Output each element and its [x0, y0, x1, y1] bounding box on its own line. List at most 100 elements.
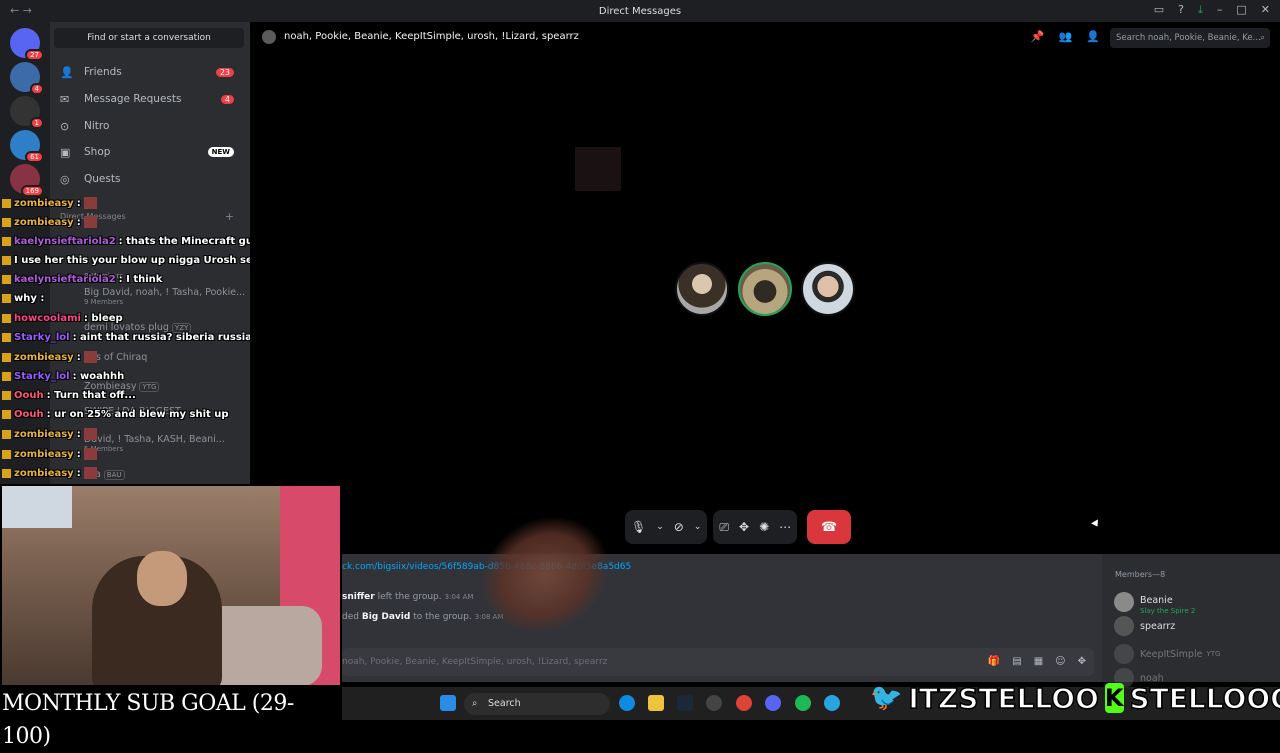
chat-badge-icon: [2, 218, 11, 227]
unread-badge: 61: [25, 151, 44, 163]
nav-shop[interactable]: ▣ Shop NEW: [54, 140, 244, 164]
unread-badge: 4: [30, 83, 44, 95]
chat-badge-icon: [2, 294, 11, 303]
dm-sub: 9 Members: [84, 298, 245, 306]
search-input[interactable]: Search noah, Pookie, Beanie, Ke... ⌕: [1110, 28, 1270, 48]
chat-badge-icon: [2, 275, 11, 284]
event-text: to the group.: [413, 612, 472, 622]
event-user[interactable]: sniffer: [342, 592, 375, 602]
steam-icon[interactable]: [677, 695, 693, 711]
member-item[interactable]: KeepItSimple YTG: [1114, 644, 1220, 664]
nav-quests[interactable]: ◎ Quests: [54, 167, 244, 191]
nav-label: Shop: [84, 146, 110, 158]
chat-badge-icon: [2, 450, 11, 459]
participant-avatar-speaking[interactable]: [738, 262, 792, 316]
find-conversation-button[interactable]: Find or start a conversation: [54, 28, 244, 48]
activity-group: ⎚ ✥ ✺ ⋯: [713, 510, 797, 544]
dm-item[interactable]: Big David, noah, ! Tasha, Pookie...9 Mem…: [84, 287, 245, 306]
add-member-icon[interactable]: 👥: [1059, 30, 1073, 43]
event-user[interactable]: Big David: [362, 612, 410, 622]
search-label: Search: [488, 698, 521, 709]
activities-icon[interactable]: ✥: [739, 520, 749, 534]
social-handles-overlay: 🐦 ITZSTELLOO K STELLOOO: [870, 676, 1280, 720]
text-chat-area: ck.com/bigsiix/videos/56f589ab-d85b-486c…: [342, 554, 1102, 682]
chat-username: zombieasy: [14, 468, 74, 479]
windows-start-icon[interactable]: [440, 695, 456, 711]
help-icon[interactable]: ?: [1178, 3, 1184, 17]
maximize-button[interactable]: □: [1236, 3, 1246, 17]
mic-icon[interactable]: 🎙: [631, 520, 646, 534]
chat-message: : bleep: [84, 313, 123, 324]
member-item[interactable]: spearrz: [1114, 616, 1175, 636]
download-icon[interactable]: ⤓: [1198, 3, 1203, 17]
group-name[interactable]: noah, Pookie, Beanie, KeepItSimple, uros…: [284, 31, 579, 42]
home-button[interactable]: 27: [10, 28, 40, 58]
unread-badge: 169: [21, 185, 44, 197]
kick-handle: STELLOOO: [1130, 682, 1280, 715]
pin-icon[interactable]: 📌: [1031, 30, 1045, 43]
member-item[interactable]: BeanieSlay the Spire 2: [1114, 588, 1195, 615]
nav-nitro[interactable]: ⊙ Nitro: [54, 114, 244, 138]
screenshare-icon[interactable]: ⎚: [719, 520, 729, 535]
telegram-icon[interactable]: [824, 695, 840, 711]
server-icon[interactable]: 61: [10, 130, 40, 160]
call-controls: 🎙 ⌄ ⊘ ⌄ ⎚ ✥ ✺ ⋯ ☎: [625, 510, 851, 544]
member-list-icon[interactable]: 👤: [1086, 30, 1100, 43]
dm-name: Big David, noah, ! Tasha, Pookie...: [84, 287, 245, 298]
server-icon[interactable]: 1: [10, 96, 40, 126]
chat-username: Starky_lol: [14, 332, 70, 343]
avatar: [1114, 616, 1134, 636]
nav-message-requests[interactable]: ✉ Message Requests 4: [54, 87, 244, 111]
participant-avatar[interactable]: [801, 262, 855, 316]
mail-icon: ✉: [60, 93, 74, 106]
soundboard-icon[interactable]: ✺: [759, 520, 769, 534]
message-input[interactable]: noah, Pookie, Beanie, KeepItSimple, uros…: [342, 648, 1094, 676]
nav-label: Nitro: [84, 120, 109, 132]
server-icon[interactable]: 4: [10, 62, 40, 92]
sticker-icon[interactable]: ▦: [1034, 648, 1043, 676]
taskbar-search[interactable]: ⌕ Search: [464, 693, 610, 715]
server-icon[interactable]: 169: [10, 164, 40, 194]
webcam-streamer-head: [137, 551, 187, 606]
chat-badge-icon: [2, 314, 11, 323]
chat-line: kaelynsieftariola2: thats the Minecraft …: [2, 236, 259, 247]
gif-icon[interactable]: ▤: [1012, 648, 1021, 676]
voice-call-area: noah, Pookie, Beanie, KeepItSimple, uros…: [250, 22, 1280, 554]
chrome-icon[interactable]: [736, 695, 752, 711]
emoji-icon[interactable]: ☺: [1055, 648, 1065, 676]
hangup-button[interactable]: ☎: [807, 510, 851, 544]
more-icon[interactable]: ⋯: [779, 520, 791, 534]
emote-icon: [84, 216, 97, 228]
member-name: Beanie: [1140, 595, 1173, 606]
edge-icon[interactable]: [619, 695, 635, 711]
chat-line: zombieasy:: [2, 197, 97, 209]
chevron-down-icon[interactable]: ⌄: [694, 522, 702, 532]
members-header: Members—8: [1115, 570, 1165, 579]
close-button[interactable]: ✕: [1261, 3, 1270, 17]
app-icon[interactable]: [706, 695, 722, 711]
dm-item[interactable]: David, ! Tasha, KASH, Beani...5 Members: [84, 434, 225, 453]
chat-badge-icon: [2, 372, 11, 381]
minimize-button[interactable]: –: [1217, 3, 1223, 17]
spotify-icon[interactable]: [795, 695, 811, 711]
kick-icon: K: [1105, 683, 1124, 713]
participant-thumbnail[interactable]: [575, 147, 621, 191]
twitter-handle: ITZSTELLOO: [908, 682, 1099, 715]
chat-badge-icon: [2, 333, 11, 342]
chevron-down-icon[interactable]: ⌄: [656, 522, 664, 532]
camera-off-icon[interactable]: ⊘: [674, 520, 684, 534]
discord-icon[interactable]: [765, 695, 781, 711]
emote-icon: [84, 467, 97, 479]
header-icons: 📌 👥 👤: [1031, 30, 1100, 43]
inbox-icon[interactable]: ▭: [1154, 3, 1164, 17]
add-dm-icon[interactable]: +: [225, 210, 234, 223]
gift-icon[interactable]: 🎁: [988, 648, 1000, 676]
participant-avatar[interactable]: [675, 262, 729, 316]
nav-friends[interactable]: 👤 Friends 23: [54, 60, 244, 84]
file-explorer-icon[interactable]: [648, 695, 664, 711]
apps-icon[interactable]: ✥: [1078, 648, 1086, 676]
chat-badge-icon: [2, 199, 11, 208]
emote-icon: [84, 448, 97, 460]
chat-line: Starky_lol: woahhh: [2, 371, 124, 382]
nav-label: Friends: [84, 66, 122, 78]
